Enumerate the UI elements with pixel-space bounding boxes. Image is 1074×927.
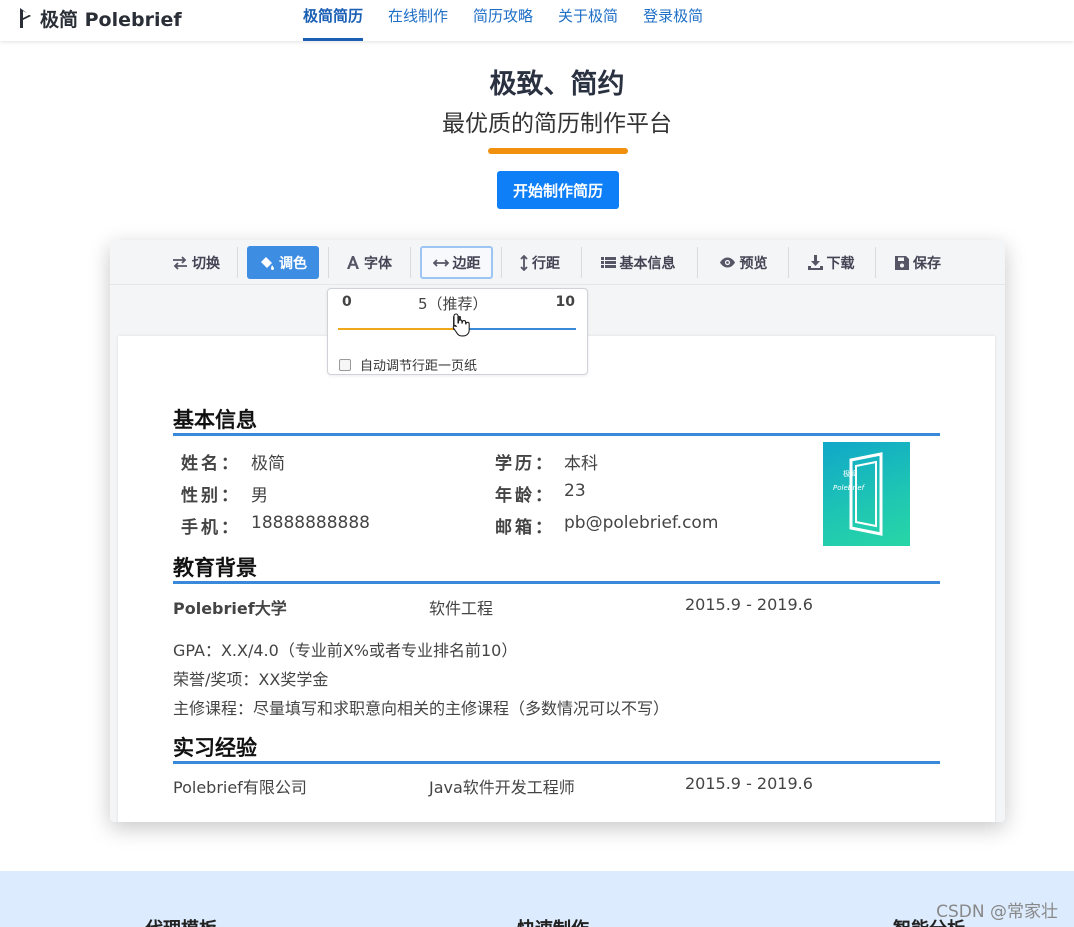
hero-title: 极致、简约 xyxy=(489,69,625,100)
svg-text:极简: 极简 xyxy=(843,469,857,478)
nav-item-login[interactable]: 登录极简 xyxy=(643,0,703,41)
csdn-watermark: CSDN @常家壮 xyxy=(936,902,1058,922)
tool-font-button[interactable]: 字体 xyxy=(338,246,400,279)
tool-basic-info-label: 基本信息 xyxy=(619,255,676,272)
nav-item-about[interactable]: 关于极简 xyxy=(558,0,618,41)
editor-toolbar: 切换 调色 字体 边距 行距 基本信息 预览 下载 保存 xyxy=(110,240,1005,285)
section-title-basic: 基本信息 xyxy=(173,408,257,432)
auto-spacing-label: 自动调节行距一页纸 xyxy=(360,359,478,374)
education-major: 软件工程 xyxy=(429,599,494,618)
hand-cursor-icon xyxy=(452,313,470,337)
tool-margin-label: 边距 xyxy=(452,255,481,272)
section-divider xyxy=(173,761,940,764)
field-degree-key: 学历： xyxy=(495,454,555,474)
internship-period: 2015.9 - 2019.6 xyxy=(685,774,813,793)
field-name-key: 姓名： xyxy=(181,454,241,474)
tool-margin-button[interactable]: 边距 xyxy=(420,246,493,279)
feature-heading-quick: 快速制作 xyxy=(517,915,589,927)
tool-save-button[interactable]: 保存 xyxy=(885,246,951,279)
toolbar-divider xyxy=(410,247,411,278)
margin-max-label: 10 xyxy=(555,294,575,310)
auto-spacing-checkbox[interactable] xyxy=(339,358,351,371)
toolbar-divider xyxy=(875,247,876,278)
brand-logo[interactable]: 极简 Polebrief xyxy=(18,6,182,31)
tool-switch-button[interactable]: 切换 xyxy=(164,246,228,279)
list-icon xyxy=(600,257,616,268)
margin-popover: 0 5（推荐） 10 自动调节行距一页纸 xyxy=(327,288,588,375)
logo-icon xyxy=(20,8,31,28)
hero-subtitle: 最优质的简历制作平台 xyxy=(442,111,672,137)
toolbar-divider xyxy=(237,247,238,278)
field-name-value: 极简 xyxy=(251,454,285,474)
auto-spacing-option[interactable]: 自动调节行距一页纸 xyxy=(339,355,477,374)
field-gender-value: 男 xyxy=(251,486,268,506)
margin-current-label: 5（推荐） xyxy=(418,295,488,313)
tool-color-button[interactable]: 调色 xyxy=(247,246,319,279)
top-navbar: 极简 Polebrief 极简简历 在线制作 简历攻略 关于极简 登录极简 xyxy=(0,0,1074,41)
tool-download-label: 下载 xyxy=(826,255,855,272)
nav-item-online-make[interactable]: 在线制作 xyxy=(388,0,448,41)
tool-line-spacing-label: 行距 xyxy=(532,255,560,272)
tool-switch-label: 切换 xyxy=(192,255,220,272)
field-phone-key: 手机： xyxy=(181,518,241,538)
resume-paper: 基本信息 姓名： 极简 性别： 男 手机： 18888888888 学历： 本科… xyxy=(118,336,995,822)
toolbar-divider xyxy=(581,247,582,278)
toolbar-divider xyxy=(697,247,698,278)
section-divider xyxy=(173,433,940,436)
tool-preview-button[interactable]: 预览 xyxy=(708,246,778,279)
feature-heading-templates: 代理模板 xyxy=(145,915,217,927)
tool-line-spacing-button[interactable]: 行距 xyxy=(510,246,570,279)
field-age-key: 年龄： xyxy=(495,486,555,506)
education-gpa: GPA：X.X/4.0（专业前X%或者专业排名前10） xyxy=(173,641,518,660)
field-degree-value: 本科 xyxy=(564,454,598,474)
editor-preview: 切换 调色 字体 边距 行距 基本信息 预览 下载 保存 0 5（推荐） 10 … xyxy=(110,240,1005,822)
education-courses: 主修课程：尽量填写和求职意向相关的主修课程（多数情况可以不写） xyxy=(173,699,670,718)
field-email-key: 邮箱： xyxy=(495,518,555,538)
swap-icon xyxy=(173,255,187,270)
toolbar-divider xyxy=(501,247,502,278)
section-title-internship: 实习经验 xyxy=(173,736,257,760)
features-band: 代理模板 快速制作 智能分析 xyxy=(0,871,1074,927)
field-email-value: pb@polebrief.com xyxy=(564,513,719,533)
nav-item-home[interactable]: 极简简历 xyxy=(303,0,364,41)
horizontal-arrows-icon xyxy=(432,258,449,267)
education-awards: 荣誉/奖项：XX奖学金 xyxy=(173,670,329,689)
download-icon xyxy=(807,255,823,270)
field-gender-key: 性别： xyxy=(181,486,241,506)
field-age-value: 23 xyxy=(564,481,586,501)
tool-download-button[interactable]: 下载 xyxy=(798,246,864,279)
vertical-arrows-icon xyxy=(520,254,528,271)
hero-accent-bar xyxy=(488,148,628,154)
education-school: Polebrief大学 xyxy=(173,599,287,618)
tool-font-label: 字体 xyxy=(364,255,392,272)
paint-bucket-icon xyxy=(261,256,274,270)
tool-preview-label: 预览 xyxy=(739,255,768,272)
eye-icon xyxy=(719,257,735,268)
start-resume-button[interactable]: 开始制作简历 xyxy=(497,171,619,209)
toolbar-divider xyxy=(788,247,789,278)
resume-photo: 极简 PoleBrief xyxy=(823,442,910,546)
save-icon xyxy=(895,255,909,270)
section-divider xyxy=(173,581,940,584)
field-phone-value: 18888888888 xyxy=(251,513,370,533)
internship-role: Java软件开发工程师 xyxy=(429,778,575,797)
tool-color-label: 调色 xyxy=(279,255,307,272)
tool-basic-info-button[interactable]: 基本信息 xyxy=(591,246,685,279)
margin-slider[interactable] xyxy=(338,313,576,337)
internship-company: Polebrief有限公司 xyxy=(173,778,307,797)
margin-min-label: 0 xyxy=(342,294,352,310)
education-period: 2015.9 - 2019.6 xyxy=(685,595,813,614)
font-icon xyxy=(347,256,359,269)
brand-name: 极简 Polebrief xyxy=(40,8,182,31)
door-logo-icon: 极简 PoleBrief xyxy=(833,452,883,536)
margin-slider-fill xyxy=(338,328,457,330)
toolbar-divider xyxy=(328,247,329,278)
tool-save-label: 保存 xyxy=(913,255,941,272)
section-title-education: 教育背景 xyxy=(173,556,257,580)
svg-text:PoleBrief: PoleBrief xyxy=(833,484,866,492)
main-nav: 极简简历 在线制作 简历攻略 关于极简 登录极简 xyxy=(303,0,728,41)
nav-item-guide[interactable]: 简历攻略 xyxy=(473,0,533,41)
